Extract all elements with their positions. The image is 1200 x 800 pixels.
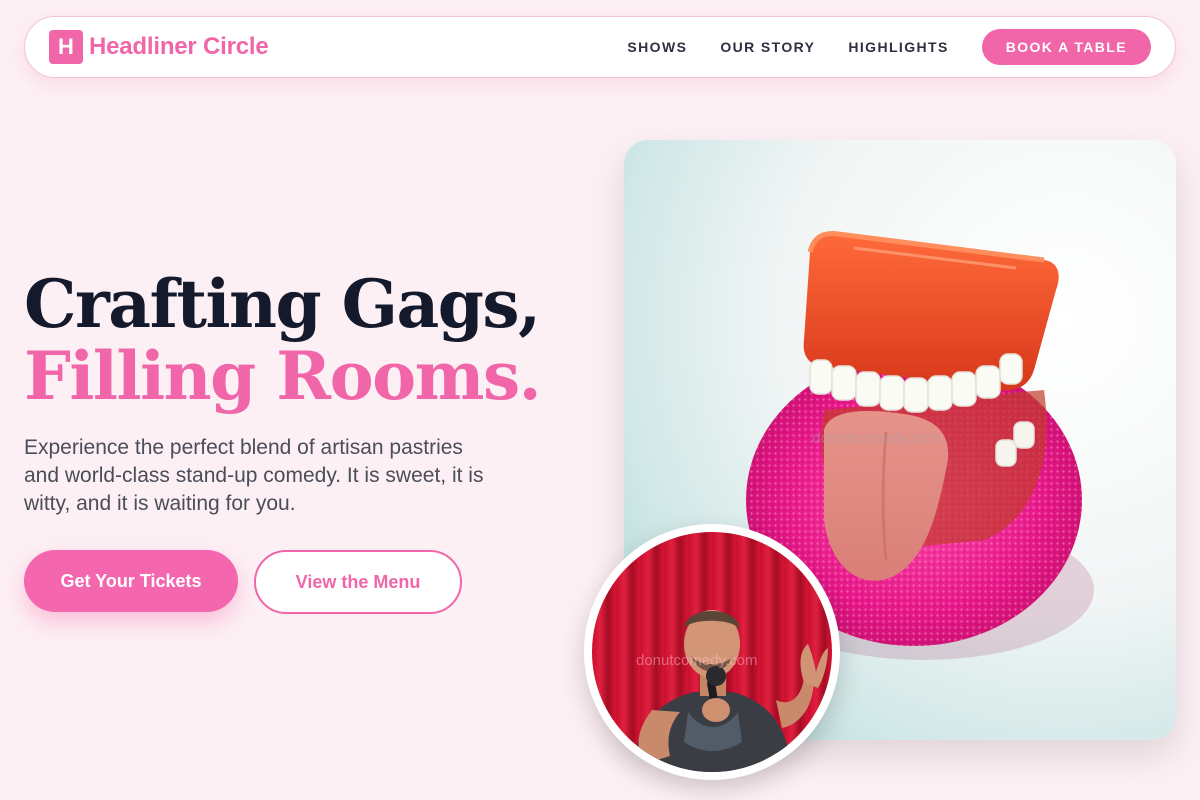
- headline-line-2: Filling Rooms.: [24, 337, 542, 415]
- top-navbar: H Headliner Circle SHOWS OUR STORY HIGHL…: [24, 16, 1176, 78]
- comedian-photo: donutcomedy.com: [592, 532, 832, 772]
- comedian-portrait: donutcomedy.com: [584, 524, 840, 780]
- brand-logo[interactable]: H Headliner Circle: [49, 30, 269, 64]
- hero-description: Experience the perfect blend of artisan …: [24, 436, 484, 515]
- view-menu-button[interactable]: View the Menu: [254, 550, 462, 614]
- nav-link-our-story[interactable]: OUR STORY: [720, 39, 815, 55]
- brand-name: Headliner Circle: [89, 33, 269, 60]
- get-tickets-button[interactable]: Get Your Tickets: [24, 550, 238, 612]
- nav-links: SHOWS OUR STORY HIGHLIGHTS: [627, 39, 948, 55]
- book-table-button[interactable]: BOOK A TABLE: [981, 29, 1151, 65]
- comedian-illustration: [632, 610, 828, 772]
- brand-mark-icon: H: [49, 30, 83, 64]
- nav-link-highlights[interactable]: HIGHLIGHTS: [848, 39, 948, 55]
- hero-headline: Crafting Gags, Filling Rooms.: [24, 265, 542, 415]
- nav-link-shows[interactable]: SHOWS: [627, 39, 687, 55]
- headline-line-1: Crafting Gags,: [24, 265, 541, 343]
